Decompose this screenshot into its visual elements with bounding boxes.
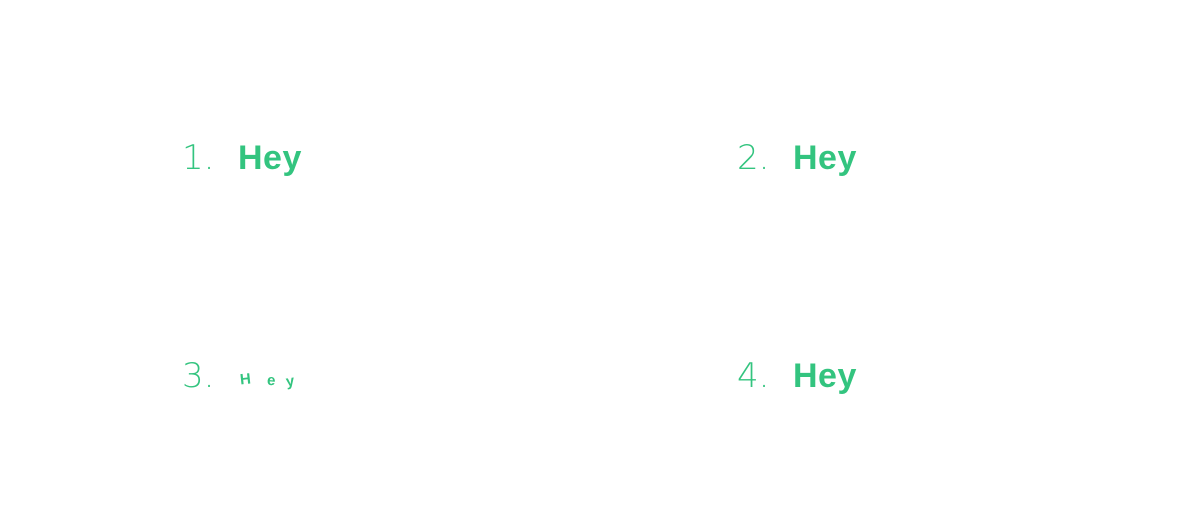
item-word: Hey	[793, 139, 857, 177]
item-number: 4.	[737, 356, 770, 396]
scattered-letter: e	[266, 371, 276, 390]
canvas: 1. Hey 2. Hey 3. H e y 4. Hey	[0, 0, 1200, 526]
item-number: 3.	[182, 356, 215, 396]
scattered-letter: y	[284, 372, 296, 391]
item-word: Hey	[238, 139, 302, 177]
scattered-word: H e y	[238, 356, 308, 396]
item-number: 2.	[737, 138, 770, 178]
item-word: Hey	[793, 357, 857, 395]
item-number: 1.	[182, 138, 215, 178]
scattered-letter: H	[239, 370, 252, 389]
